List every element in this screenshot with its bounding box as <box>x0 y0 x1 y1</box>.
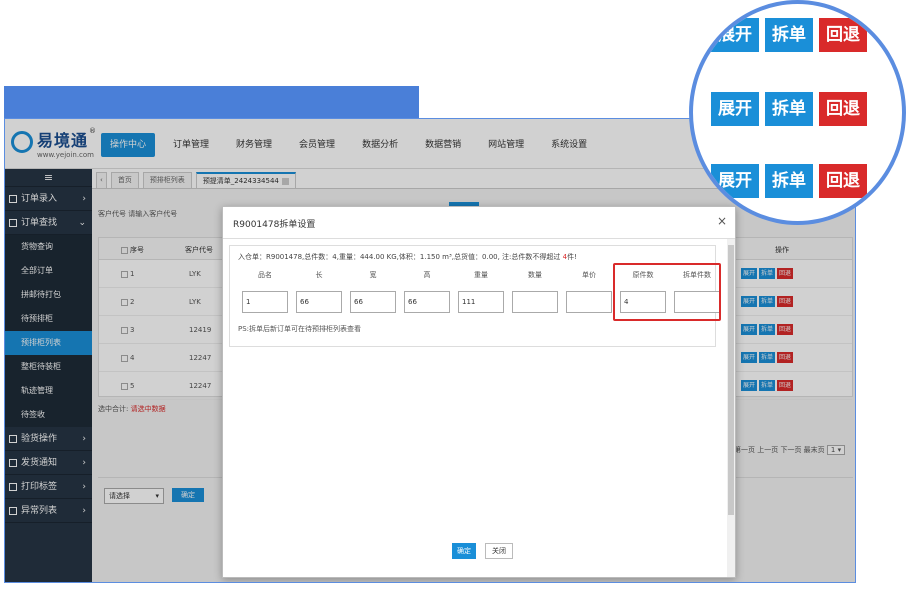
zoom-expand-button: 展开 <box>711 164 759 198</box>
split-note: PS:拆单后新订单可在待预排柜列表查看 <box>238 325 362 333</box>
field-1[interactable]: 66 <box>296 291 342 313</box>
split-form-panel: 入仓单：R9001478,总件数：4,重量：444.00 KG,体积：1.150… <box>229 245 721 347</box>
zoom-split-button: 拆单 <box>765 164 813 198</box>
dialog-confirm-button[interactable]: 确定 <box>452 543 476 559</box>
col-header-3: 高 <box>423 271 431 279</box>
zoom-rollback-button: 回退 <box>819 92 867 126</box>
zoom-callout: 展开 拆单 回退 展开 拆单 回退 展开 拆单 回退 <box>689 0 906 225</box>
header-banner <box>4 86 419 118</box>
col-header-6: 单价 <box>582 271 596 279</box>
field-3[interactable]: 66 <box>404 291 450 313</box>
summary-suffix: 件! <box>567 253 577 261</box>
field-5[interactable] <box>512 291 558 313</box>
order-summary: 入仓单：R9001478,总件数：4,重量：444.00 KG,体积：1.150… <box>238 252 577 262</box>
col-header-5: 数量 <box>528 271 542 279</box>
field-6[interactable] <box>566 291 612 313</box>
field-4[interactable]: 111 <box>458 291 504 313</box>
field-2[interactable]: 66 <box>350 291 396 313</box>
col-header-4: 重量 <box>474 271 488 279</box>
split-order-dialog: R9001478拆单设置 × 入仓单：R9001478,总件数：4,重量：444… <box>222 206 736 578</box>
highlight-box <box>613 263 721 321</box>
zoom-action-row: 展开 拆单 回退 <box>711 92 867 126</box>
zoom-expand-button: 展开 <box>711 18 759 52</box>
zoom-expand-button: 展开 <box>711 92 759 126</box>
close-icon[interactable]: × <box>717 214 727 228</box>
zoom-action-row: 展开 拆单 回退 <box>711 18 867 52</box>
summary-text: 入仓单：R9001478,总件数：4,重量：444.00 KG,体积：1.150… <box>238 253 563 261</box>
col-header-0: 品名 <box>258 271 272 279</box>
dialog-close-button[interactable]: 关闭 <box>485 543 513 559</box>
zoom-split-button: 拆单 <box>765 18 813 52</box>
dialog-title: R9001478拆单设置 <box>233 220 316 230</box>
zoom-action-row: 展开 拆单 回退 <box>711 164 867 198</box>
dialog-divider <box>223 238 735 239</box>
dialog-scrollbar[interactable] <box>727 239 735 577</box>
zoom-rollback-button: 回退 <box>819 164 867 198</box>
col-header-2: 宽 <box>369 271 377 279</box>
field-0[interactable]: 1 <box>242 291 288 313</box>
zoom-split-button: 拆单 <box>765 92 813 126</box>
col-header-1: 长 <box>315 271 323 279</box>
zoom-rollback-button: 回退 <box>819 18 867 52</box>
scrollbar-thumb[interactable] <box>728 245 734 515</box>
